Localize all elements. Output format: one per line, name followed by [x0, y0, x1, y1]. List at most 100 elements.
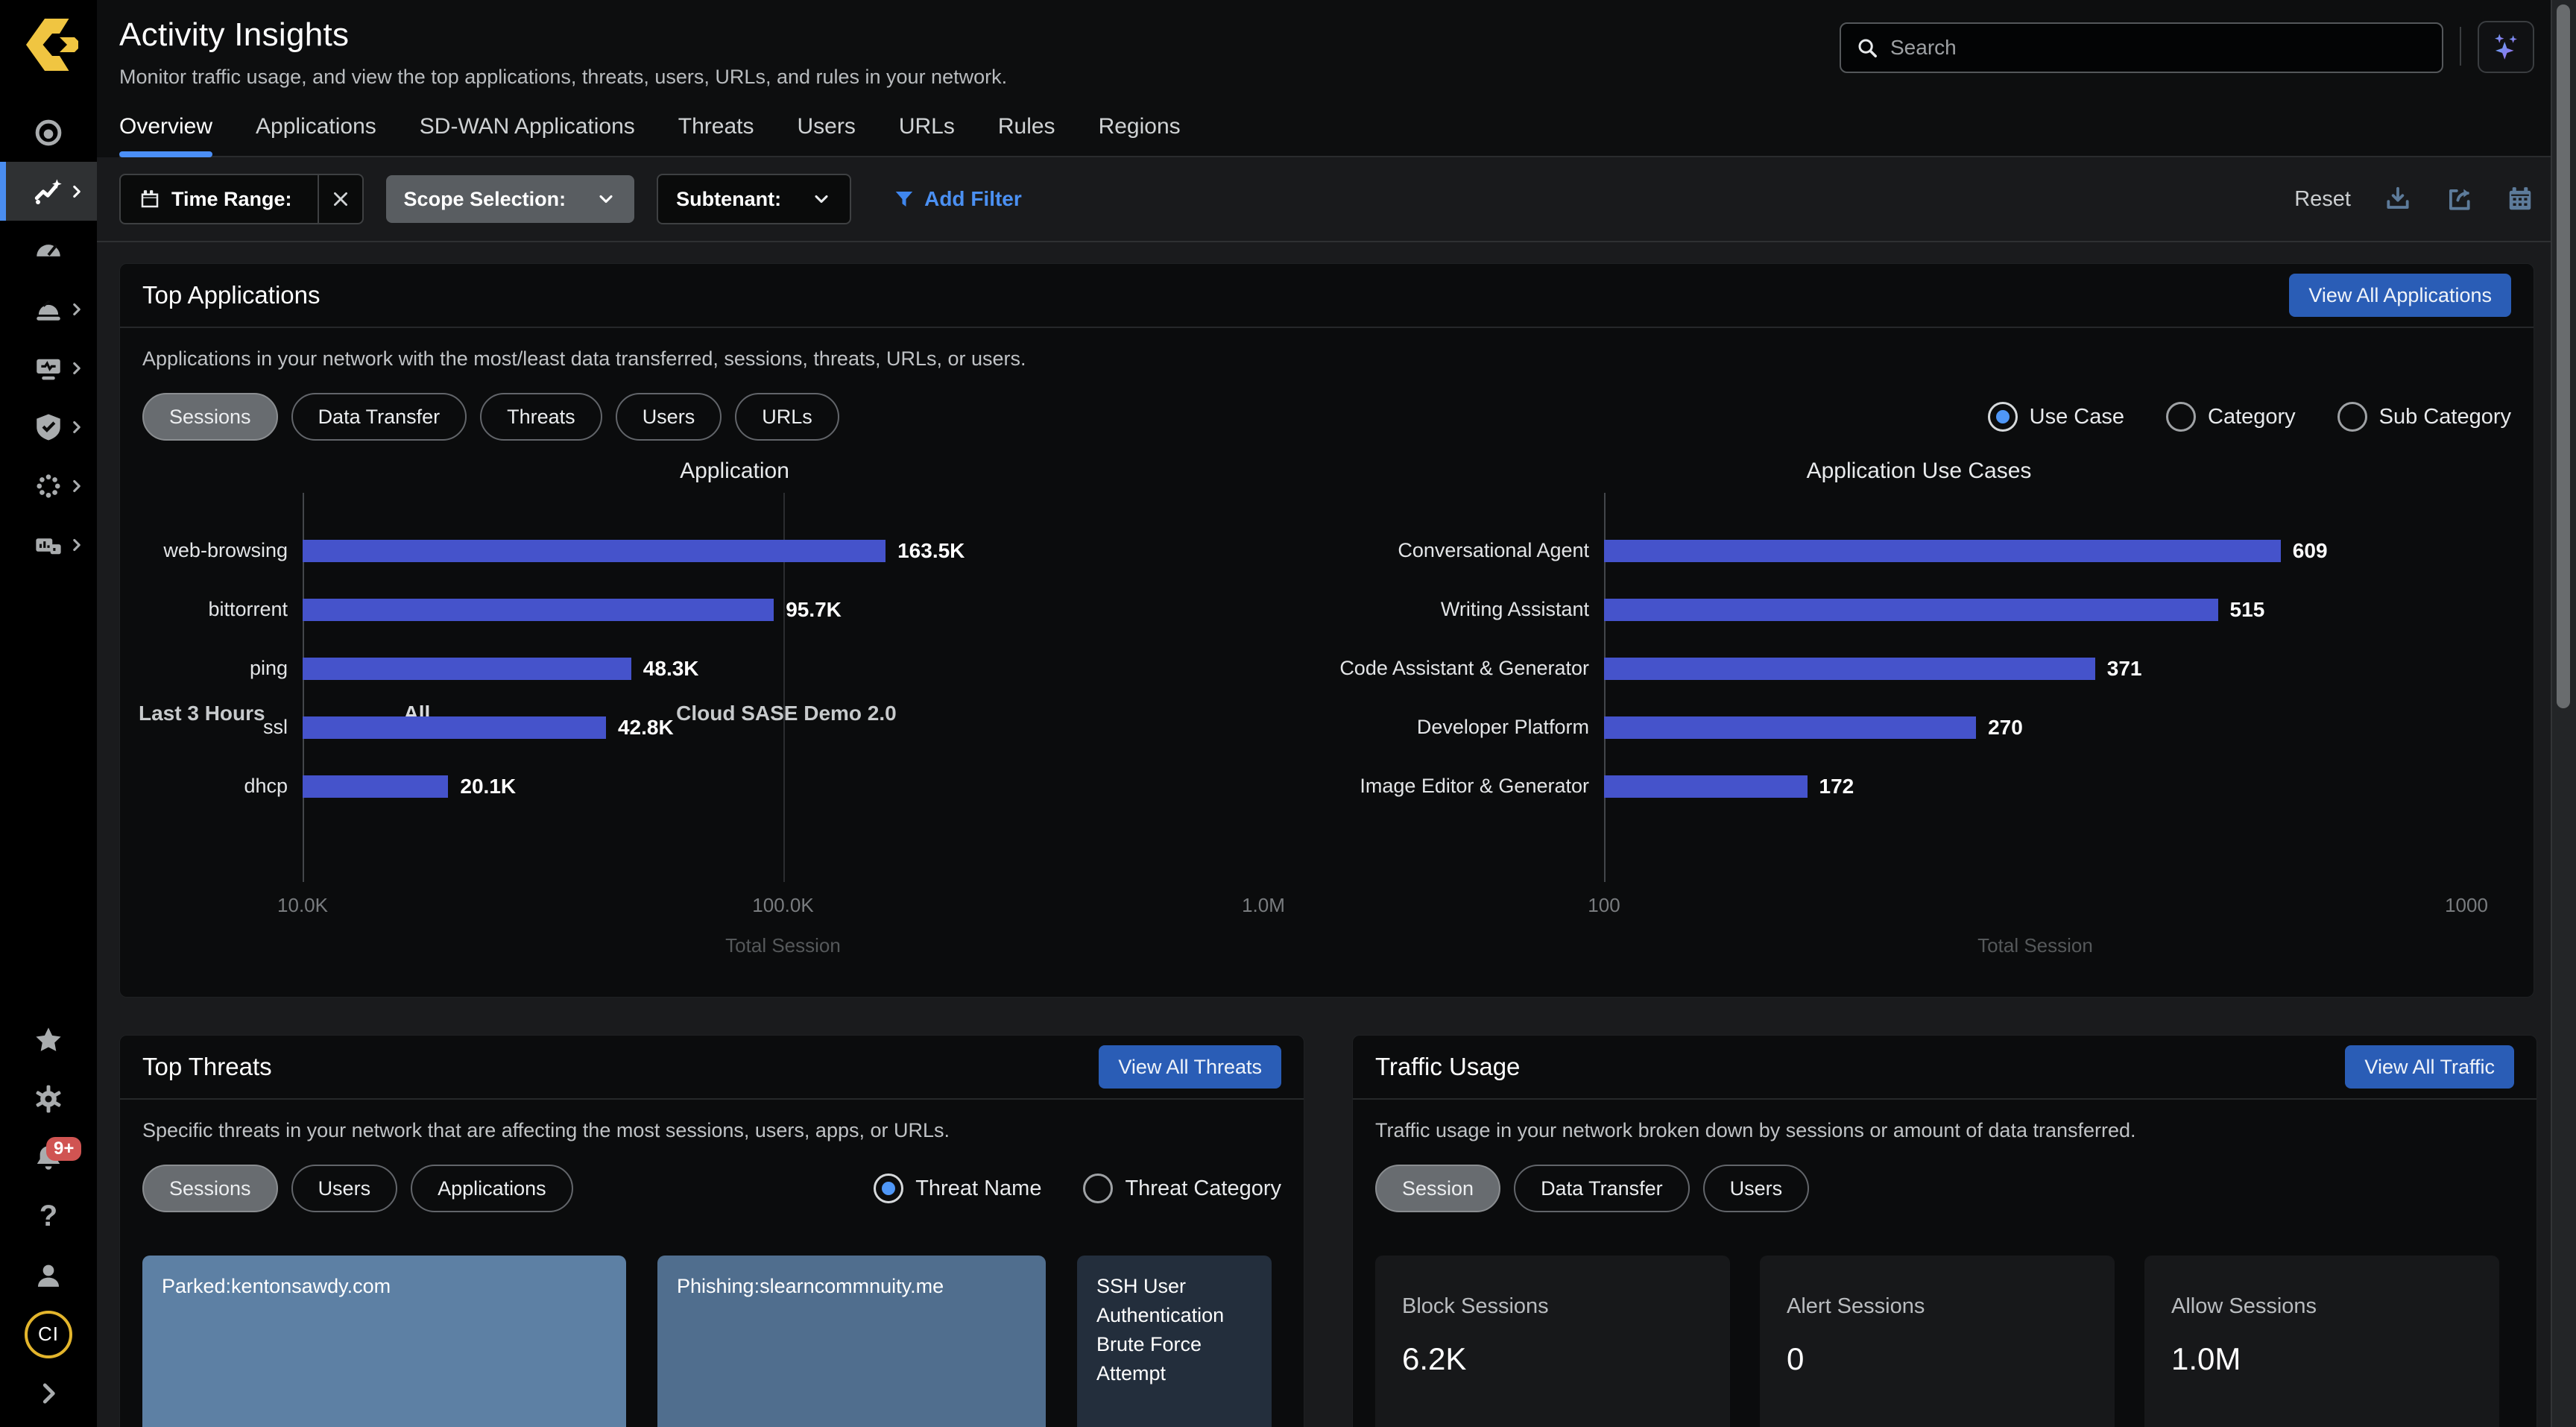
sidebar-item-incidents[interactable]	[0, 280, 97, 338]
category-label: Code Assistant & Generator	[1327, 657, 1604, 680]
threats-treemap: Parked:kentonsawdy.comPhishing:slearncom…	[142, 1256, 1281, 1427]
time-range-filter-chip[interactable]: Time Range: Last 3 Hours	[119, 174, 364, 224]
category-label: bittorrent	[142, 598, 303, 621]
bar[interactable]	[303, 599, 774, 621]
chart-rows: web-browsing163.5Kbittorrent95.7Kping48.…	[142, 493, 1327, 816]
tab-threats[interactable]: Threats	[678, 114, 754, 156]
remove-time-range-button[interactable]	[318, 175, 362, 223]
sessions-toggle[interactable]: Sessions	[142, 393, 278, 441]
session-toggle[interactable]: Session	[1375, 1165, 1500, 1212]
bar[interactable]	[303, 716, 606, 739]
tab-sd-wan-applications[interactable]: SD-WAN Applications	[420, 114, 635, 156]
card-description: Applications in your network with the mo…	[142, 347, 2511, 371]
users-toggle[interactable]: Users	[616, 393, 722, 441]
sidebar-item-favorites[interactable]	[0, 1010, 97, 1069]
bar-row: Image Editor & Generator172	[1327, 757, 2511, 816]
category-label: ssl	[142, 716, 303, 739]
bar[interactable]	[1604, 540, 2281, 562]
reset-button[interactable]: Reset	[2294, 187, 2351, 212]
urls-toggle[interactable]: URLs	[735, 393, 839, 441]
tab-overview[interactable]: Overview	[119, 114, 212, 156]
bar-track: 371	[1604, 639, 2466, 698]
radio-threat-name[interactable]: Threat Name	[874, 1174, 1041, 1203]
threat-treemap-box[interactable]: Phishing:slearncommnuity.me	[657, 1256, 1046, 1427]
panw-logo[interactable]	[0, 0, 97, 89]
bar[interactable]	[1604, 599, 2218, 621]
tab-regions[interactable]: Regions	[1099, 114, 1181, 156]
search-box[interactable]	[1840, 22, 2443, 73]
chevron-right-icon	[67, 418, 86, 437]
search-input[interactable]	[1889, 35, 2427, 60]
applications-toggle[interactable]: Applications	[411, 1165, 573, 1212]
bar[interactable]	[303, 658, 631, 680]
threat-treemap-box[interactable]: Parked:kentonsawdy.com	[142, 1256, 626, 1427]
card-description: Traffic usage in your network broken dow…	[1375, 1119, 2514, 1142]
x-axis-ticks: 10.0K100.0K1.0M	[303, 894, 1263, 921]
x-axis-title: Total Session	[303, 934, 1263, 957]
chart-title: Application	[142, 448, 1327, 493]
category-label: web-browsing	[142, 539, 303, 562]
calendar-icon	[139, 188, 161, 210]
bar[interactable]	[303, 540, 886, 562]
tab-bar: Overview Applications SD-WAN Applications T…	[119, 114, 2576, 157]
radio-dot	[874, 1174, 903, 1203]
radio-use-case[interactable]: Use Case	[1988, 402, 2124, 432]
scrollbar-thumb[interactable]	[2557, 4, 2570, 708]
collapse-icon	[34, 1379, 63, 1408]
sidebar-item-notifications[interactable]: 9+	[0, 1128, 97, 1187]
tab-rules[interactable]: Rules	[998, 114, 1055, 156]
users-toggle[interactable]: Users	[1703, 1165, 1810, 1212]
add-filter-button[interactable]: Add Filter	[893, 187, 1022, 211]
application-use-cases-bar-chart: Application Use CasesConversational Agen…	[1327, 448, 2511, 977]
sidebar-item-activity-insights[interactable]	[0, 162, 97, 221]
subtenant-dropdown[interactable]: Subtenant: Cloud SASE Demo 2.0	[657, 174, 851, 224]
sidebar-item-settings[interactable]	[0, 1069, 97, 1128]
bar-track: 95.7K	[303, 580, 1263, 639]
schedule-icon[interactable]	[2506, 185, 2534, 213]
view-all-threats-button[interactable]: View All Threats	[1099, 1045, 1281, 1089]
data-transfer-toggle[interactable]: Data Transfer	[291, 393, 467, 441]
page-header: Activity Insights Monitor traffic usage,…	[97, 0, 2576, 157]
tab-users[interactable]: Users	[798, 114, 856, 156]
sidebar-item-security[interactable]	[0, 397, 97, 456]
sidebar-item-hub[interactable]	[0, 103, 97, 162]
download-icon[interactable]	[2384, 185, 2412, 213]
sidebar-item-inventory[interactable]	[0, 515, 97, 574]
bar[interactable]	[1604, 775, 1808, 798]
share-icon[interactable]	[2445, 185, 2473, 213]
sidebar-item-dashboard[interactable]	[0, 221, 97, 280]
sidebar-item-help[interactable]: ?	[0, 1187, 97, 1246]
help-icon: ?	[40, 1200, 57, 1233]
sidebar-item-profile[interactable]	[0, 1246, 97, 1305]
threats-toggle[interactable]: Threats	[480, 393, 602, 441]
threat-treemap-box[interactable]: SSH User Authentication Brute Force Atte…	[1077, 1256, 1272, 1427]
view-all-traffic-button[interactable]: View All Traffic	[2345, 1045, 2514, 1089]
value-label: 95.7K	[786, 598, 842, 622]
tab-applications[interactable]: Applications	[256, 114, 376, 156]
sidebar-item-avatar[interactable]: CI	[0, 1305, 97, 1364]
view-all-applications-button[interactable]: View All Applications	[2289, 274, 2511, 317]
tab-urls[interactable]: URLs	[899, 114, 955, 156]
radio-threat-category[interactable]: Threat Category	[1083, 1174, 1281, 1203]
settings-icon	[33, 1083, 64, 1115]
bar[interactable]	[1604, 658, 2095, 680]
sidebar-item-workflows[interactable]	[0, 338, 97, 397]
sidebar-item-integrations[interactable]	[0, 456, 97, 515]
sessions-toggle[interactable]: Sessions	[142, 1165, 278, 1212]
bar[interactable]	[303, 775, 448, 798]
scope-selection-dropdown[interactable]: Scope Selection: All	[386, 175, 635, 223]
sidebar-item-collapse[interactable]	[0, 1364, 97, 1423]
data-transfer-toggle[interactable]: Data Transfer	[1514, 1165, 1690, 1212]
bar[interactable]	[1604, 716, 1976, 739]
x-tick-label: 10.0K	[277, 894, 328, 917]
radio-category[interactable]: Category	[2166, 402, 2296, 432]
page-scrollbar[interactable]	[2551, 0, 2576, 1427]
radio-label: Threat Category	[1125, 1176, 1281, 1201]
notification-badge: 9+	[46, 1137, 81, 1161]
ai-assistant-button[interactable]	[2478, 21, 2534, 73]
users-toggle[interactable]: Users	[291, 1165, 398, 1212]
allow-sessions-stat: Allow Sessions1.0M	[2144, 1256, 2499, 1427]
radio-sub-category[interactable]: Sub Category	[2337, 402, 2511, 432]
radio-dot	[2166, 402, 2196, 432]
value-label: 515	[2230, 598, 2265, 622]
